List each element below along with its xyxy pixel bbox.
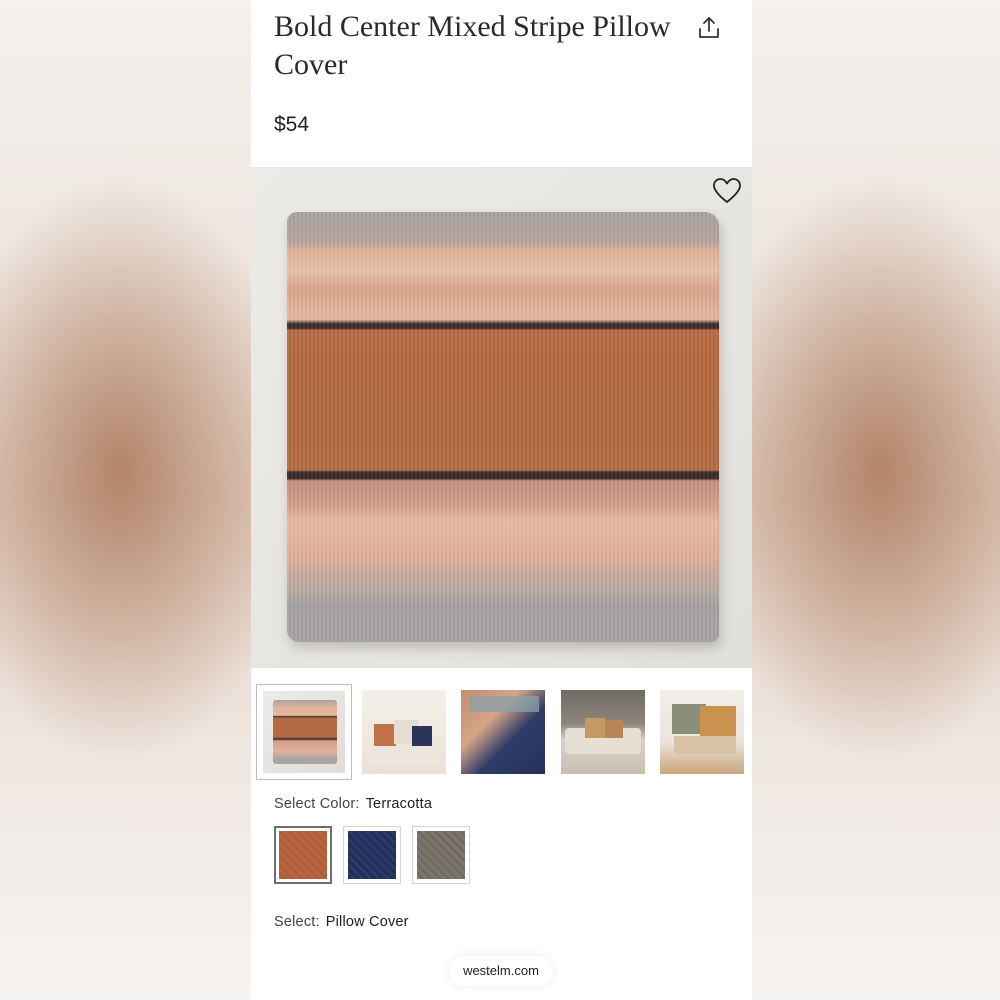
product-price: $54 <box>274 113 310 136</box>
product-title: Bold Center Mixed Stripe Pillow Cover <box>274 10 671 81</box>
share-icon[interactable] <box>695 14 723 42</box>
thumbnail-2[interactable] <box>362 690 446 774</box>
thumbnail-strip <box>256 684 751 780</box>
color-swatch-terracotta[interactable] <box>274 826 332 884</box>
select-color-label: Select Color: Terracotta <box>274 796 432 812</box>
pillow-photo <box>287 212 719 642</box>
browser-url-pill[interactable]: westelm.com <box>449 956 553 986</box>
thumbnail-4[interactable] <box>561 690 645 774</box>
select-type-label: Select: Pillow Cover <box>274 914 409 930</box>
thumbnail-3[interactable] <box>461 690 545 774</box>
select-type-caption: Select: <box>274 914 320 930</box>
color-swatch-navy[interactable] <box>343 826 401 884</box>
product-page: Bold Center Mixed Stripe Pillow Cover $5… <box>251 0 752 1000</box>
favorite-heart-icon[interactable] <box>712 177 742 205</box>
product-hero-image[interactable] <box>251 167 752 668</box>
selected-type-value: Pillow Cover <box>325 914 409 930</box>
thumbnail-1[interactable] <box>256 684 352 780</box>
selected-color-value: Terracotta <box>365 796 433 812</box>
color-swatch-gray[interactable] <box>412 826 470 884</box>
select-color-caption: Select Color: <box>274 796 360 812</box>
thumbnail-5[interactable] <box>660 690 744 774</box>
